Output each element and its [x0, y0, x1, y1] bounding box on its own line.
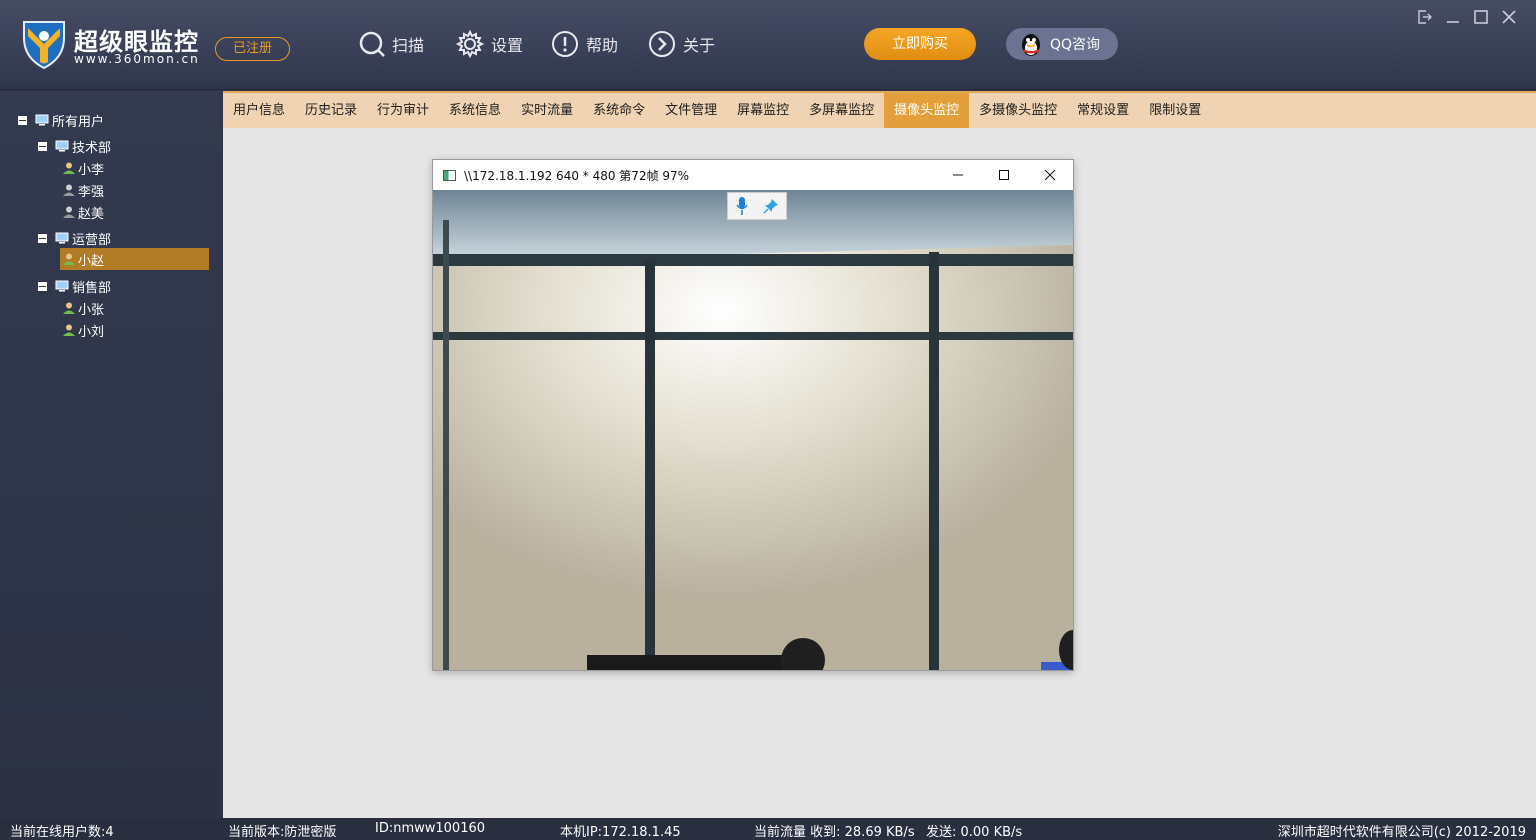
- collapse-toggle-icon[interactable]: [38, 141, 47, 151]
- logout-icon[interactable]: [1416, 8, 1434, 26]
- machine-id: ID:nmww100160: [375, 821, 486, 836]
- minimize-icon[interactable]: [1444, 8, 1462, 26]
- tree-user-label: 小李: [78, 162, 105, 178]
- tree-user[interactable]: 小李: [62, 158, 104, 178]
- brand-url: www.360mon.cn: [74, 52, 200, 66]
- camera-window[interactable]: \\172.18.1.192 640 * 480 第72帧 97%: [432, 159, 1074, 671]
- tree-group-label: 运营部: [72, 232, 112, 248]
- tree-group-ops[interactable]: 运营部: [38, 228, 111, 248]
- camera-feed[interactable]: [433, 190, 1073, 670]
- tab-camera-monitor[interactable]: 摄像头监控: [884, 93, 970, 128]
- computer-group-icon: [55, 140, 69, 152]
- tab-multi-screen-monitor[interactable]: 多屏幕监控: [799, 93, 884, 128]
- local-ip: 本机IP:172.18.1.45: [560, 825, 681, 840]
- camera-window-title: \\172.18.1.192 640 * 480 第72帧 97%: [464, 168, 690, 183]
- tab-file-manager[interactable]: 文件管理: [655, 93, 727, 128]
- collapse-toggle-icon[interactable]: [18, 115, 27, 125]
- user-online-icon: [63, 253, 75, 265]
- about-label: 关于: [683, 36, 716, 55]
- online-users-count: 当前在线用户数:4: [10, 825, 114, 840]
- scan-label: 扫描: [392, 36, 425, 55]
- tree-user[interactable]: 李强: [62, 180, 104, 200]
- computer-group-icon: [35, 114, 49, 126]
- microphone-icon[interactable]: [735, 196, 749, 216]
- maximize-icon[interactable]: [981, 160, 1027, 190]
- user-online-icon: [63, 324, 75, 336]
- user-offline-icon: [63, 184, 75, 196]
- app-header: 超级眼监控 www.360mon.cn 已注册 扫描 设置 帮助 关于 立即购买…: [0, 0, 1536, 90]
- window-controls: [1416, 8, 1518, 26]
- collapse-toggle-icon[interactable]: [38, 233, 47, 243]
- help-label: 帮助: [586, 36, 619, 55]
- tab-realtime-traffic[interactable]: 实时流量: [511, 93, 583, 128]
- tree-user[interactable]: 小张: [62, 298, 104, 318]
- user-online-icon: [63, 302, 75, 314]
- about-button[interactable]: 关于: [647, 28, 715, 60]
- tree-group-tech[interactable]: 技术部: [38, 136, 111, 156]
- version-info: 当前版本:防泄密版: [228, 825, 337, 840]
- settings-button[interactable]: 设置: [455, 28, 523, 60]
- tab-general-settings[interactable]: 常规设置: [1067, 93, 1139, 128]
- logo-icon: [23, 21, 65, 70]
- tab-screen-monitor[interactable]: 屏幕监控: [727, 93, 799, 128]
- registered-badge[interactable]: 已注册: [215, 37, 290, 61]
- tree-user[interactable]: 赵美: [62, 202, 104, 222]
- qq-penguin-icon: [1022, 34, 1040, 56]
- tree-group-sales[interactable]: 销售部: [38, 276, 111, 296]
- search-icon: [359, 31, 385, 57]
- tab-system-info[interactable]: 系统信息: [439, 93, 511, 128]
- status-bar: 当前在线用户数:4 当前版本:防泄密版 ID:nmww100160 本机IP:1…: [0, 818, 1536, 840]
- close-icon[interactable]: [1027, 160, 1073, 190]
- tree-group-label: 技术部: [72, 140, 112, 156]
- camera-window-titlebar[interactable]: \\172.18.1.192 640 * 480 第72帧 97%: [433, 160, 1073, 190]
- help-button[interactable]: 帮助: [550, 28, 618, 60]
- tree-user-selected[interactable]: 小赵: [60, 248, 209, 270]
- scan-button[interactable]: 扫描: [358, 28, 424, 60]
- tab-restriction-settings[interactable]: 限制设置: [1139, 93, 1211, 128]
- user-offline-icon: [63, 206, 75, 218]
- settings-label: 设置: [491, 36, 524, 55]
- qq-consult-label: QQ咨询: [1050, 37, 1101, 53]
- chevron-right-icon: [649, 31, 675, 57]
- tree-group-label: 销售部: [72, 280, 112, 296]
- maximize-icon[interactable]: [1472, 8, 1490, 26]
- tree-root[interactable]: 所有用户: [18, 110, 104, 130]
- function-tabs: 用户信息 历史记录 行为审计 系统信息 实时流量 系统命令 文件管理 屏幕监控 …: [223, 91, 1536, 128]
- exclamation-icon: [552, 31, 578, 57]
- tab-history[interactable]: 历史记录: [295, 93, 367, 128]
- tree-user-label: 小赵: [78, 253, 105, 269]
- pin-icon[interactable]: [763, 198, 779, 214]
- qq-consult-button[interactable]: QQ咨询: [1006, 28, 1118, 60]
- tab-multi-camera-monitor[interactable]: 多摄像头监控: [969, 93, 1067, 128]
- tab-system-command[interactable]: 系统命令: [583, 93, 655, 128]
- tree-user[interactable]: 小刘: [62, 320, 104, 340]
- tree-user-label: 小张: [78, 302, 105, 318]
- tab-behavior-audit[interactable]: 行为审计: [367, 93, 439, 128]
- computer-group-icon: [55, 280, 69, 292]
- user-online-icon: [63, 162, 75, 174]
- tree-user-label: 赵美: [78, 206, 105, 222]
- gear-icon: [455, 29, 485, 59]
- buy-now-button[interactable]: 立即购买: [864, 28, 976, 60]
- user-tree-sidebar: 所有用户 技术部 小李 李强 赵美 运营部 小赵 销售部 小张 小刘: [0, 91, 222, 818]
- tree-user-label: 小刘: [78, 324, 105, 340]
- window-app-icon: [443, 169, 456, 181]
- tree-root-label: 所有用户: [52, 114, 105, 130]
- tab-user-info[interactable]: 用户信息: [223, 93, 295, 128]
- camera-toolbar: [727, 192, 787, 220]
- close-icon[interactable]: [1500, 8, 1518, 26]
- minimize-icon[interactable]: [935, 160, 981, 190]
- camera-feed-image: [433, 190, 1073, 670]
- copyright: 深圳市超时代软件有限公司(c) 2012-2019: [1277, 825, 1526, 840]
- collapse-toggle-icon[interactable]: [38, 281, 47, 291]
- traffic-received: 当前流量 收到: 28.69 KB/s: [754, 825, 915, 840]
- camera-window-controls: [935, 160, 1073, 190]
- tree-user-label: 李强: [78, 184, 105, 200]
- traffic-sent: 发送: 0.00 KB/s: [926, 825, 1023, 840]
- computer-group-icon: [55, 232, 69, 244]
